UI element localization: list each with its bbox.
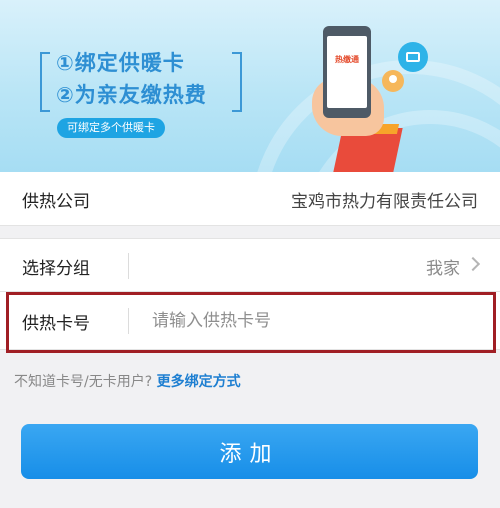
phone-screen: 热缴通 (327, 36, 367, 108)
divider (128, 253, 129, 279)
company-value: 宝鸡市热力有限责任公司 (291, 192, 478, 212)
chevron-right-icon[interactable] (465, 256, 481, 272)
card-number-input[interactable] (152, 306, 472, 336)
promo-line-bind-card: ①绑定供暖卡 (56, 51, 185, 75)
app-logo: 热缴通 (335, 55, 359, 64)
multi-card-pill: 可绑定多个供暖卡 (57, 118, 165, 138)
user-icon (382, 70, 404, 92)
add-button[interactable]: 添加 (21, 424, 478, 479)
group-selector[interactable]: 选择分组 我家 (0, 238, 500, 292)
group-value[interactable]: 我家 (426, 254, 460, 279)
right-bracket (232, 52, 242, 112)
group-label: 选择分组 (22, 259, 90, 279)
divider (128, 308, 129, 334)
promo-line-pay-for-family: ②为亲友缴热费 (56, 83, 207, 107)
company-label: 供热公司 (22, 192, 90, 212)
card-number-label: 供热卡号 (22, 314, 90, 334)
card-number-row[interactable]: 供热卡号 (0, 292, 500, 350)
company-row: 供热公司 宝鸡市热力有限责任公司 (0, 172, 500, 226)
more-binding-methods-link[interactable]: 更多绑定方式 (157, 374, 241, 390)
binding-hint: 不知道卡号/无卡用户? 更多绑定方式 (14, 371, 241, 391)
hint-text: 不知道卡号/无卡用户? (14, 374, 153, 390)
promo-banner[interactable]: ①绑定供暖卡 ②为亲友缴热费 可绑定多个供暖卡 热缴通 (0, 0, 500, 172)
phone-illustration: 热缴通 (323, 26, 371, 118)
card-icon (398, 42, 428, 72)
left-bracket (40, 52, 50, 112)
